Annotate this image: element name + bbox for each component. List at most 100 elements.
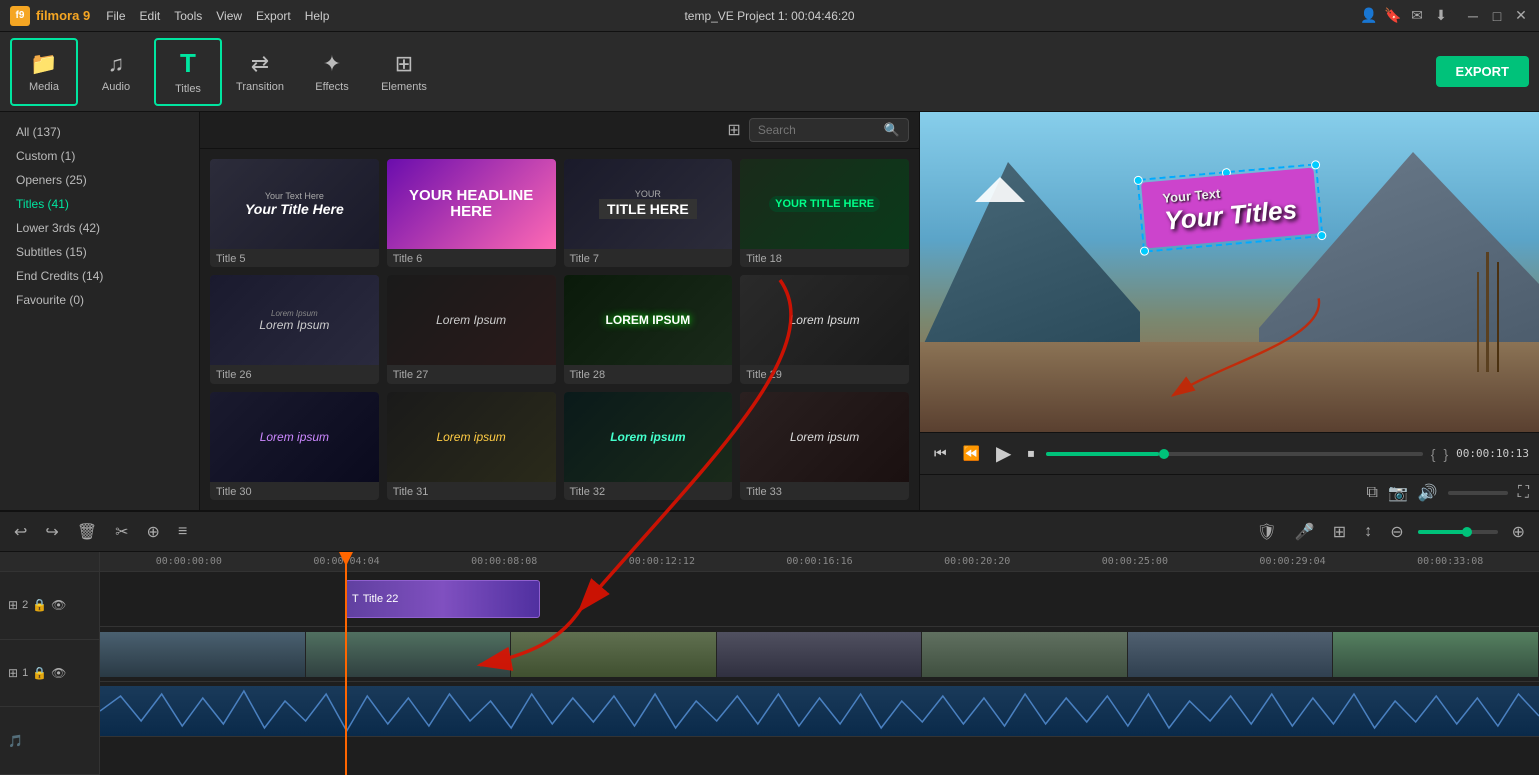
title-card-t30[interactable]: Lorem ipsum Title 30	[210, 392, 379, 500]
title-card-t27[interactable]: Lorem Ipsum Title 27	[387, 275, 556, 383]
sidebar-item-titles[interactable]: Titles (41)	[0, 192, 199, 216]
audio-track-icon: 🎵	[8, 734, 23, 748]
menu-bar: File Edit Tools View Export Help	[106, 9, 329, 23]
play-button[interactable]: ▶	[992, 437, 1015, 470]
content-toolbar: ⊞ 🔍	[200, 112, 919, 149]
title-card-t29[interactable]: Lorem Ipsum Title 29	[740, 275, 909, 383]
cut-button[interactable]: ✂	[111, 518, 132, 546]
bracket-right[interactable]: }	[1443, 446, 1448, 462]
title-thumb-t18: YOUR TITLE HERE	[740, 159, 909, 249]
menu-tools[interactable]: Tools	[174, 9, 202, 23]
toolbar-elements[interactable]: ⊞ Elements	[370, 38, 438, 106]
title-thumb-t32: Lorem ipsum	[564, 392, 733, 482]
timeline-tracks: 00:00:00:00 00:00:04:04 00:00:08:08 00:0…	[100, 552, 1539, 775]
video-segment-3[interactable]	[511, 632, 717, 677]
split-button[interactable]: ↕	[1360, 519, 1376, 545]
step-back-button[interactable]: ⏪	[959, 441, 984, 466]
video-segment-7[interactable]	[1333, 632, 1539, 677]
sidebar-item-lower3rds[interactable]: Lower 3rds (42)	[0, 216, 199, 240]
video-segment-2[interactable]	[306, 632, 512, 677]
toolbar-effects[interactable]: ✦ Effects	[298, 38, 366, 106]
bracket-left[interactable]: {	[1431, 446, 1436, 462]
redo-button[interactable]: ↪	[41, 518, 62, 546]
effects-label: Effects	[315, 81, 348, 93]
user-icon[interactable]: 👤	[1361, 8, 1377, 24]
audio-track	[100, 682, 1539, 737]
toolbar-media[interactable]: 📁 Media	[10, 38, 78, 106]
grid-view-icon[interactable]: ⊞	[727, 120, 740, 140]
transition-icon: ⇄	[251, 51, 269, 77]
title-card-t28[interactable]: LOREM IPSUM Title 28	[564, 275, 733, 383]
title-thumb-t29: Lorem Ipsum	[740, 275, 909, 365]
title-card-t31[interactable]: Lorem ipsum Title 31	[387, 392, 556, 500]
toolbar-titles[interactable]: T Titles	[154, 38, 222, 106]
menu-export[interactable]: Export	[256, 9, 291, 23]
title-card-t6[interactable]: YOUR HEADLINE HERE Title 6	[387, 159, 556, 267]
video-segment-6[interactable]	[1128, 632, 1334, 677]
video-segment-5[interactable]	[922, 632, 1128, 677]
add-marker-button[interactable]: ⊕	[143, 518, 164, 546]
titles-grid: Your Text Here Your Title Here Title 5 Y…	[200, 149, 919, 510]
toolbar-audio[interactable]: ♫ Audio	[82, 38, 150, 106]
stop-button[interactable]: ⏹	[1023, 441, 1038, 466]
maximize-btn[interactable]: □	[1489, 8, 1505, 24]
mail-icon[interactable]: ✉	[1409, 8, 1425, 24]
menu-edit[interactable]: Edit	[140, 9, 161, 23]
timeline-rows: T Title 22 My Video	[100, 572, 1539, 737]
video-segment-4[interactable]	[717, 632, 923, 677]
zoom-out-button[interactable]: ⊖	[1386, 518, 1407, 546]
sidebar-item-all[interactable]: All (137)	[0, 120, 199, 144]
sidebar-item-openers[interactable]: Openers (25)	[0, 168, 199, 192]
settings-button[interactable]: ≡	[174, 519, 191, 545]
track2-grid-icon[interactable]: ⊞	[8, 598, 18, 612]
menu-view[interactable]: View	[216, 9, 242, 23]
minimize-btn[interactable]: ─	[1465, 8, 1481, 24]
sidebar-item-subtitles[interactable]: Subtitles (15)	[0, 240, 199, 264]
progress-bar[interactable]	[1046, 452, 1422, 456]
title-card-t32[interactable]: Lorem ipsum Title 32	[564, 392, 733, 500]
track-shield-button[interactable]: 🛡	[1253, 518, 1281, 546]
snapshot-button[interactable]: 📷	[1388, 483, 1408, 503]
title-label-t32: Title 32	[564, 482, 733, 500]
title-clip[interactable]: T Title 22	[345, 580, 540, 618]
volume-button[interactable]: 🔊	[1418, 483, 1438, 503]
ruler-mark-5: 00:00:20:20	[898, 556, 1056, 567]
menu-help[interactable]: Help	[305, 9, 330, 23]
title-thumb-t6: YOUR HEADLINE HERE	[387, 159, 556, 249]
toolbar-transition[interactable]: ⇄ Transition	[226, 38, 294, 106]
skip-back-button[interactable]: ⏮	[930, 441, 951, 466]
close-btn[interactable]: ✕	[1513, 8, 1529, 24]
export-button[interactable]: EXPORT	[1436, 56, 1529, 87]
title-card-t33[interactable]: Lorem ipsum Title 33	[740, 392, 909, 500]
pip-button[interactable]: ⧉	[1367, 484, 1378, 502]
menu-file[interactable]: File	[106, 9, 125, 23]
track1-grid-icon[interactable]: ⊞	[8, 666, 18, 680]
track-2: T Title 22	[100, 572, 1539, 627]
delete-button[interactable]: 🗑	[73, 518, 101, 546]
microphone-button[interactable]: 🎤	[1291, 518, 1319, 546]
undo-button[interactable]: ↩	[10, 518, 31, 546]
sidebar-item-favourite[interactable]: Favourite (0)	[0, 288, 199, 312]
download-icon[interactable]: ⬇	[1433, 8, 1449, 24]
track2-eye-icon[interactable]: 👁	[51, 598, 66, 612]
title-card-t18[interactable]: YOUR TITLE HERE Title 18	[740, 159, 909, 267]
title-card-t26[interactable]: Lorem Ipsum Lorem Ipsum Title 26	[210, 275, 379, 383]
bookmark-icon[interactable]: 🔖	[1385, 8, 1401, 24]
track1-lock-icon[interactable]: 🔒	[32, 666, 47, 680]
scene-detect-button[interactable]: ⊞	[1329, 518, 1350, 546]
title-label-t5: Title 5	[210, 249, 379, 267]
track1-eye-icon[interactable]: 👁	[51, 666, 66, 680]
title-card-t7[interactable]: YOUR TITLE HERE Title 7	[564, 159, 733, 267]
track2-lock-icon[interactable]: 🔒	[32, 598, 47, 612]
sidebar-item-custom[interactable]: Custom (1)	[0, 144, 199, 168]
video-segment-1[interactable]	[100, 632, 306, 677]
title-card-t5[interactable]: Your Text Here Your Title Here Title 5	[210, 159, 379, 267]
title-label-t7: Title 7	[564, 249, 733, 267]
search-input[interactable]	[758, 123, 878, 137]
zoom-in-button[interactable]: ⊕	[1508, 518, 1529, 546]
search-icon: 🔍	[884, 122, 900, 138]
sidebar-item-endcredits[interactable]: End Credits (14)	[0, 264, 199, 288]
fullscreen-button[interactable]: ⛶	[1518, 484, 1529, 502]
ruler-mark-3: 00:00:12:12	[583, 556, 741, 567]
volume-slider[interactable]	[1448, 491, 1508, 495]
